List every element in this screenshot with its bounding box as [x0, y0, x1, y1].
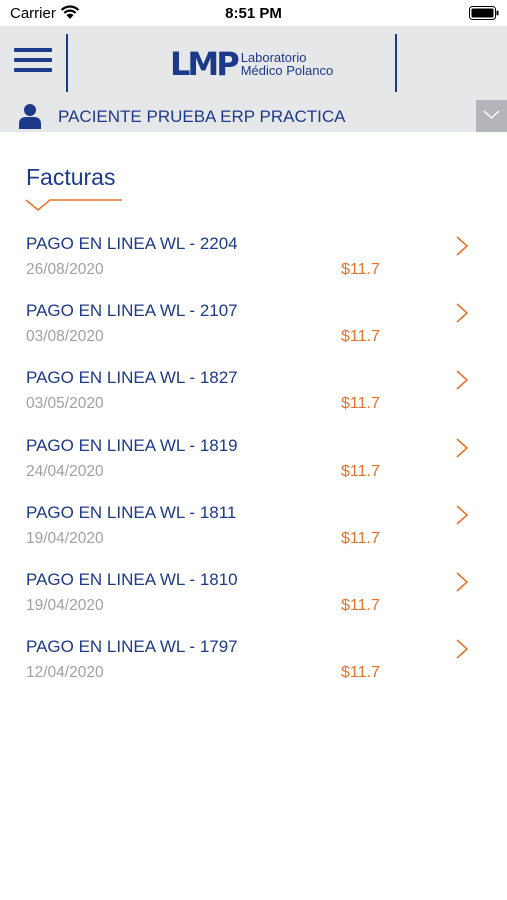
invoice-date: 26/08/2020 — [26, 261, 104, 278]
invoice-amount: $11.7 — [341, 529, 380, 547]
invoice-amount: $11.7 — [341, 596, 380, 614]
invoice-row[interactable]: PAGO EN LINEA WL - 1797 12/04/2020 $11.7 — [0, 631, 507, 698]
invoice-row[interactable]: PAGO EN LINEA WL - 1811 19/04/2020 $11.7 — [0, 497, 507, 564]
invoice-date: 03/05/2020 — [26, 395, 104, 413]
header-divider — [395, 34, 397, 92]
status-time: 8:51 PM — [225, 5, 282, 22]
chevron-down-icon — [483, 110, 500, 120]
invoice-amount: $11.7 — [341, 462, 380, 480]
user-icon — [19, 104, 41, 129]
hamburger-menu-icon[interactable] — [14, 48, 54, 78]
invoice-date: 19/04/2020 — [26, 596, 104, 614]
invoice-amount: $11.7 — [341, 261, 380, 278]
invoice-name: PAGO EN LINEA WL - 1827 — [26, 368, 238, 388]
status-bar: Carrier 8:51 PM — [0, 0, 507, 26]
patient-dropdown-button[interactable] — [476, 100, 507, 132]
invoice-amount: $11.7 — [341, 395, 380, 413]
header-divider — [66, 34, 68, 92]
invoice-row[interactable]: PAGO EN LINEA WL - 2107 03/08/2020 $11.7 — [0, 295, 507, 362]
page-title: Facturas — [26, 164, 116, 190]
invoice-name: PAGO EN LINEA WL - 1811 — [26, 502, 237, 522]
invoice-amount: $11.7 — [341, 328, 380, 346]
app-screen: Carrier 8:51 PM LMP Laboratorio Médico P… — [0, 0, 507, 900]
chevron-right-icon — [456, 236, 469, 256]
invoice-name: PAGO EN LINEA WL - 1819 — [26, 435, 238, 455]
invoice-row[interactable]: PAGO EN LINEA WL - 1827 03/05/2020 $11.7 — [0, 362, 507, 429]
invoice-date: 12/04/2020 — [26, 664, 104, 682]
invoice-date: 03/08/2020 — [26, 328, 104, 346]
invoice-amount: $11.7 — [341, 664, 380, 682]
invoice-name: PAGO EN LINEA WL - 1797 — [26, 637, 238, 657]
logo-mark: LMP — [170, 45, 240, 83]
patient-name: PACIENTE PRUEBA ERP PRACTICA — [58, 107, 346, 126]
chevron-right-icon — [456, 370, 469, 390]
invoice-date: 19/04/2020 — [26, 529, 104, 547]
title-underline — [26, 199, 122, 212]
invoice-row[interactable]: PAGO EN LINEA WL - 1810 19/04/2020 $11.7 — [0, 564, 507, 631]
invoice-row[interactable]: PAGO EN LINEA WL - 1819 24/04/2020 $11.7 — [0, 430, 507, 497]
chevron-right-icon — [456, 572, 469, 592]
logo-line-2: Médico Polanco — [240, 63, 334, 78]
invoice-name: PAGO EN LINEA WL - 2204 — [26, 234, 238, 253]
patient-selector[interactable]: PACIENTE PRUEBA ERP PRACTICA — [0, 100, 507, 132]
lmp-logo: LMP Laboratorio Médico Polanco — [170, 46, 333, 82]
app-header: LMP Laboratorio Médico Polanco — [0, 26, 507, 100]
invoice-list: PAGO EN LINEA WL - 2204 26/08/2020 $11.7… — [0, 228, 507, 698]
battery-icon — [469, 6, 499, 20]
chevron-right-icon — [456, 639, 469, 659]
invoice-name: PAGO EN LINEA WL - 2107 — [26, 301, 238, 321]
chevron-right-icon — [456, 437, 469, 458]
logo-text: Laboratorio Médico Polanco — [241, 51, 334, 77]
chevron-right-icon — [456, 303, 469, 323]
invoice-date: 24/04/2020 — [26, 462, 104, 480]
invoice-name: PAGO EN LINEA WL - 1810 — [26, 569, 238, 589]
chevron-right-icon — [456, 505, 469, 525]
invoice-row[interactable]: PAGO EN LINEA WL - 2204 26/08/2020 $11.7 — [0, 228, 507, 295]
